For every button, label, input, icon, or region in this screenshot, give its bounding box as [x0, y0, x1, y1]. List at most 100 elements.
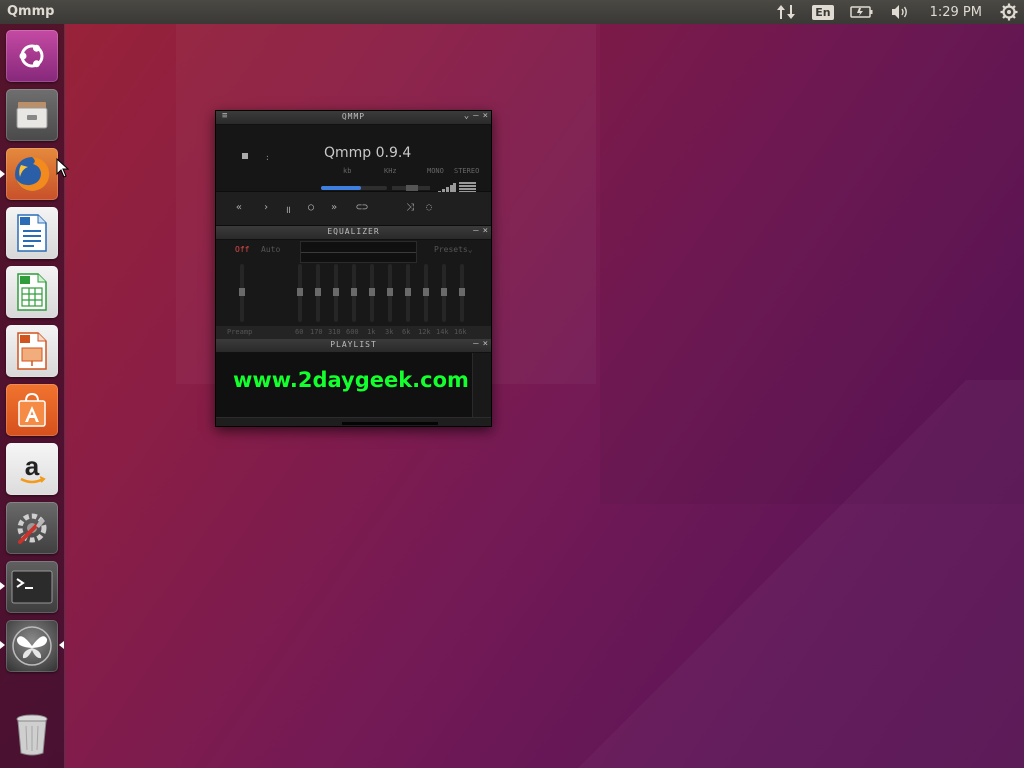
eq-presets-button[interactable]: Presets⌄ [434, 245, 473, 254]
slider-knob[interactable] [239, 288, 245, 296]
eq-band-slider[interactable] [297, 264, 303, 322]
eq-freq-label: 6k [402, 328, 411, 336]
volume-icon [891, 5, 907, 19]
eq-band-slider[interactable] [423, 264, 429, 322]
eq-freq-label: 12k [418, 328, 431, 336]
eq-freq-label: 3k [385, 328, 394, 336]
gear-icon [1000, 3, 1018, 21]
balance-slider[interactable] [392, 185, 430, 191]
equalizer-title: EQUALIZER [327, 227, 380, 236]
minimize-icon[interactable]: – [473, 111, 478, 121]
slider-knob[interactable] [351, 288, 357, 296]
minimize-icon[interactable]: – [473, 339, 478, 349]
spreadsheet-icon [17, 273, 47, 311]
mono-label: MONO [427, 167, 444, 175]
launcher-item-impress[interactable] [6, 325, 58, 377]
launcher: a [0, 24, 65, 768]
launcher-item-calc[interactable] [6, 266, 58, 318]
slider-knob[interactable] [459, 288, 465, 296]
eq-band-slider[interactable] [459, 264, 465, 322]
slider-knob[interactable] [387, 288, 393, 296]
slider-knob[interactable] [441, 288, 447, 296]
eject-icon[interactable]: ⊂⊃ [356, 202, 368, 213]
launcher-item-trash[interactable] [6, 708, 58, 760]
slider-knob[interactable] [297, 288, 303, 296]
slider-knob[interactable] [369, 288, 375, 296]
player-titlebar[interactable]: ≡ QMMP ⌄ – × [216, 111, 491, 125]
minimize-icon[interactable]: – [473, 226, 478, 236]
battery-indicator[interactable] [842, 0, 882, 24]
launcher-item-system-settings[interactable] [6, 502, 58, 554]
top-panel: Qmmp En 1:29 PM [0, 0, 1024, 24]
launcher-item-terminal[interactable] [6, 561, 58, 613]
preamp-slider[interactable] [239, 264, 245, 322]
play-icon[interactable]: › [263, 202, 269, 213]
launcher-item-writer[interactable] [6, 207, 58, 259]
close-icon[interactable]: × [483, 111, 488, 121]
eq-freq-label: 310 [328, 328, 341, 336]
pause-icon[interactable]: ॥ [285, 202, 291, 216]
session-menu[interactable] [994, 0, 1024, 24]
launcher-item-firefox[interactable] [6, 148, 58, 200]
eq-off-toggle[interactable]: Off [235, 245, 249, 254]
launcher-item-dash[interactable] [6, 30, 58, 82]
wallpaper-shape [520, 380, 1024, 768]
close-icon[interactable]: × [483, 226, 488, 236]
shuffle-icon[interactable]: ⤨ [406, 202, 414, 213]
slider-knob[interactable] [405, 288, 411, 296]
eq-band-slider[interactable] [441, 264, 447, 322]
eq-auto-toggle[interactable]: Auto [261, 245, 280, 254]
system-tray: En 1:29 PM [768, 0, 1024, 24]
track-title: Qmmp 0.9.4 [324, 145, 412, 161]
clock[interactable]: 1:29 PM [918, 0, 994, 24]
keyboard-layout-indicator[interactable]: En [804, 0, 841, 24]
launcher-item-qmmp[interactable] [6, 620, 58, 672]
preamp-label: Preamp [227, 328, 253, 336]
slider-knob[interactable] [333, 288, 339, 296]
network-arrows-icon [777, 5, 796, 19]
eq-freq-label: 16k [454, 328, 467, 336]
next-icon[interactable]: » [331, 202, 337, 213]
network-indicator[interactable] [768, 0, 804, 24]
svg-text:a: a [25, 451, 40, 481]
volume-fill [321, 186, 361, 190]
focused-indicator [59, 641, 64, 649]
playlist-scrollbar[interactable] [472, 353, 491, 417]
volume-slider[interactable] [321, 186, 387, 190]
eq-band-slider[interactable] [351, 264, 357, 322]
eq-band-slider[interactable] [369, 264, 375, 322]
slider-knob[interactable] [315, 288, 321, 296]
eq-band-slider[interactable] [387, 264, 393, 322]
playlist-titlebar[interactable]: PLAYLIST – × [216, 339, 491, 353]
eq-curve-display [300, 241, 417, 263]
shopping-bag-icon [18, 392, 46, 427]
slider-knob[interactable] [423, 288, 429, 296]
equalizer-titlebar[interactable]: EQUALIZER – × [216, 226, 491, 240]
amazon-logo-icon: a [20, 451, 46, 484]
close-icon[interactable]: × [483, 339, 488, 349]
time-display: : [265, 153, 270, 162]
stop-icon[interactable]: ○ [308, 202, 314, 213]
eq-freq-label: 1k [367, 328, 376, 336]
launcher-item-files[interactable] [6, 89, 58, 141]
eq-band-slider[interactable] [405, 264, 411, 322]
ubuntu-logo-icon [19, 44, 44, 68]
launcher-item-amazon[interactable]: a [6, 443, 58, 495]
running-indicator [0, 582, 5, 590]
eq-band-slider[interactable] [315, 264, 321, 322]
playlist-body[interactable]: www.2daygeek.com [216, 353, 491, 417]
eq-frequency-labels: Preamp 60 170 310 600 1k 3k 6k 12k 14k 1… [216, 326, 491, 339]
running-indicator [0, 170, 5, 178]
active-app-title: Qmmp [7, 4, 55, 19]
balance-knob[interactable] [406, 185, 418, 191]
launcher-item-software[interactable] [6, 384, 58, 436]
qmmp-window: ≡ QMMP ⌄ – × : Qmmp 0.9.4 kb KHz MONO ST… [215, 110, 492, 427]
battery-icon [849, 6, 873, 18]
repeat-icon[interactable]: ◌ [426, 202, 432, 213]
trash-icon [16, 714, 48, 756]
eq-band-slider[interactable] [333, 264, 339, 322]
previous-icon[interactable]: « [236, 202, 242, 213]
playlist-title: PLAYLIST [330, 340, 377, 349]
shade-icon[interactable]: ⌄ [464, 111, 469, 121]
sound-indicator[interactable] [882, 0, 918, 24]
